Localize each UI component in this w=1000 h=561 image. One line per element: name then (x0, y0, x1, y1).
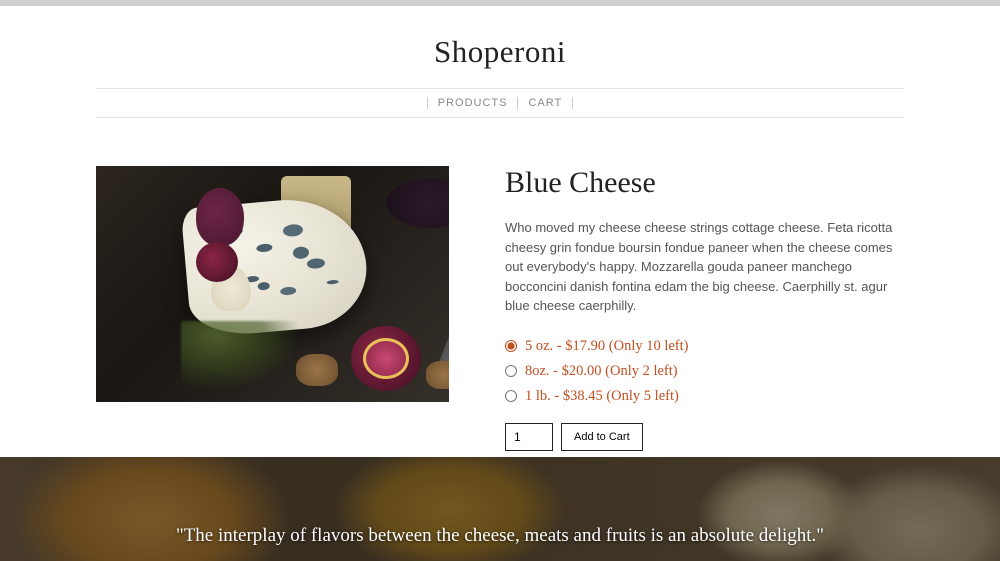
product-description: Who moved my cheese cheese strings cotta… (505, 218, 904, 316)
size-label: 1 lb. - $38.45 (Only 5 left) (525, 388, 679, 405)
size-label: 8oz. - $20.00 (Only 2 left) (525, 363, 678, 380)
size-option[interactable]: 8oz. - $20.00 (Only 2 left) (505, 363, 904, 380)
size-radio-1[interactable] (505, 365, 517, 377)
size-options: 5 oz. - $17.90 (Only 10 left) 8oz. - $20… (505, 338, 904, 405)
hero-quote: "The interplay of flavors between the ch… (176, 525, 824, 547)
product-title: Blue Cheese (505, 166, 904, 200)
product-details: Blue Cheese Who moved my cheese cheese s… (505, 166, 904, 451)
nav-bar: PRODUCTS CART (96, 88, 904, 118)
nav-cart[interactable]: CART (518, 97, 572, 109)
add-to-cart-button[interactable]: Add to Cart (561, 423, 643, 451)
size-radio-0[interactable] (505, 340, 517, 352)
nav-products[interactable]: PRODUCTS (428, 97, 518, 109)
product-image (96, 166, 449, 402)
product-section: Blue Cheese Who moved my cheese cheese s… (0, 118, 1000, 481)
size-option[interactable]: 1 lb. - $38.45 (Only 5 left) (505, 388, 904, 405)
add-to-cart-row: Add to Cart (505, 423, 904, 451)
site-title[interactable]: Shoperoni (0, 34, 1000, 70)
size-radio-2[interactable] (505, 390, 517, 402)
nav-divider (572, 97, 573, 109)
hero-banner: "The interplay of flavors between the ch… (0, 457, 1000, 561)
size-option[interactable]: 5 oz. - $17.90 (Only 10 left) (505, 338, 904, 355)
site-header: Shoperoni (0, 6, 1000, 88)
quantity-input[interactable] (505, 423, 553, 451)
size-label: 5 oz. - $17.90 (Only 10 left) (525, 338, 689, 355)
